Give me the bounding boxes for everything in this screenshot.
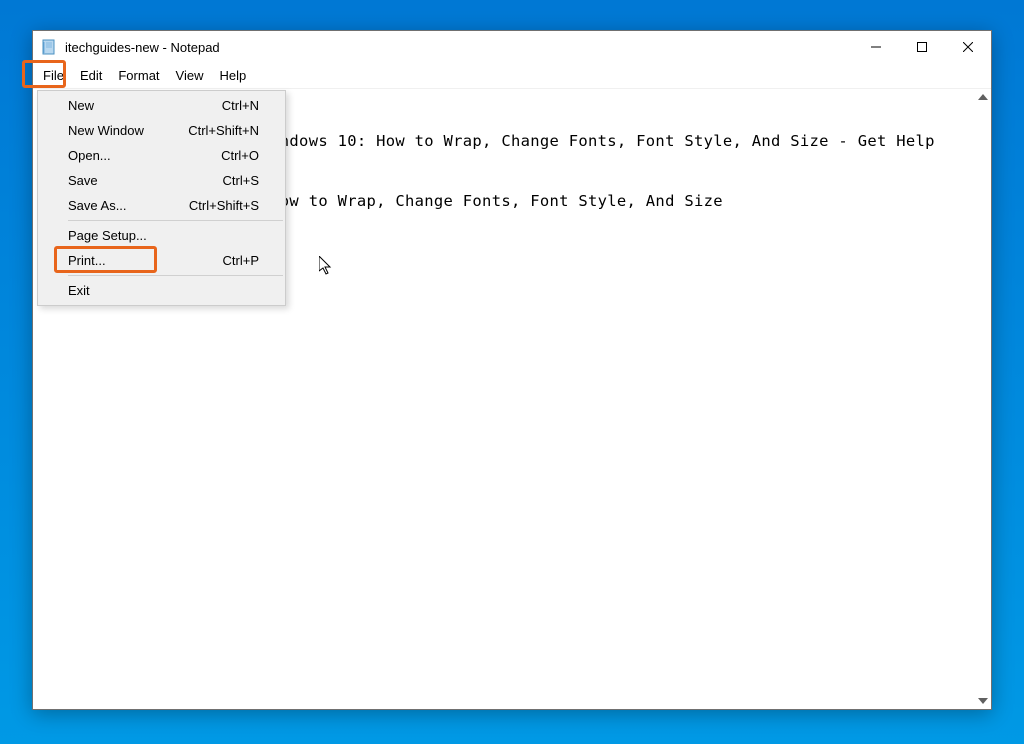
window-title: itechguides-new - Notepad — [65, 40, 853, 55]
menu-item-label: Print... — [68, 253, 106, 268]
menubar: File Edit Format View Help — [33, 63, 991, 89]
scroll-down-icon[interactable] — [978, 695, 988, 707]
file-dropdown-menu: New Ctrl+N New Window Ctrl+Shift+N Open.… — [37, 90, 286, 306]
menu-item-shortcut: Ctrl+Shift+N — [188, 123, 259, 138]
menu-item-label: New Window — [68, 123, 144, 138]
close-button[interactable] — [945, 31, 991, 63]
vertical-scrollbar[interactable] — [974, 89, 991, 709]
mouse-cursor-icon — [319, 256, 333, 281]
menu-item-new[interactable]: New Ctrl+N — [40, 93, 283, 118]
notepad-icon — [41, 39, 57, 55]
menu-file[interactable]: File — [35, 64, 72, 87]
menu-view[interactable]: View — [168, 64, 212, 87]
menu-item-label: Save — [68, 173, 98, 188]
menu-item-print[interactable]: Print... Ctrl+P — [40, 248, 283, 273]
menu-item-label: Page Setup... — [68, 228, 147, 243]
menu-item-label: Exit — [68, 283, 90, 298]
menu-item-exit[interactable]: Exit — [40, 278, 283, 303]
menu-item-save-as[interactable]: Save As... Ctrl+Shift+S — [40, 193, 283, 218]
menu-edit[interactable]: Edit — [72, 64, 110, 87]
menu-item-label: Save As... — [68, 198, 127, 213]
menu-item-shortcut: Ctrl+O — [221, 148, 259, 163]
notepad-window: itechguides-new - Notepad File Edit Form… — [32, 30, 992, 710]
scroll-up-icon[interactable] — [978, 91, 988, 103]
menu-help[interactable]: Help — [211, 64, 254, 87]
menu-format[interactable]: Format — [110, 64, 167, 87]
titlebar[interactable]: itechguides-new - Notepad — [33, 31, 991, 63]
menu-item-open[interactable]: Open... Ctrl+O — [40, 143, 283, 168]
menu-separator — [68, 275, 283, 276]
menu-item-page-setup[interactable]: Page Setup... — [40, 223, 283, 248]
maximize-button[interactable] — [899, 31, 945, 63]
menu-item-shortcut: Ctrl+P — [223, 253, 259, 268]
menu-item-shortcut: Ctrl+Shift+S — [189, 198, 259, 213]
menu-separator — [68, 220, 283, 221]
menu-item-new-window[interactable]: New Window Ctrl+Shift+N — [40, 118, 283, 143]
minimize-button[interactable] — [853, 31, 899, 63]
menu-item-label: Open... — [68, 148, 111, 163]
menu-item-shortcut: Ctrl+N — [222, 98, 259, 113]
menu-item-shortcut: Ctrl+S — [223, 173, 259, 188]
window-controls — [853, 31, 991, 63]
menu-item-label: New — [68, 98, 94, 113]
menu-item-save[interactable]: Save Ctrl+S — [40, 168, 283, 193]
